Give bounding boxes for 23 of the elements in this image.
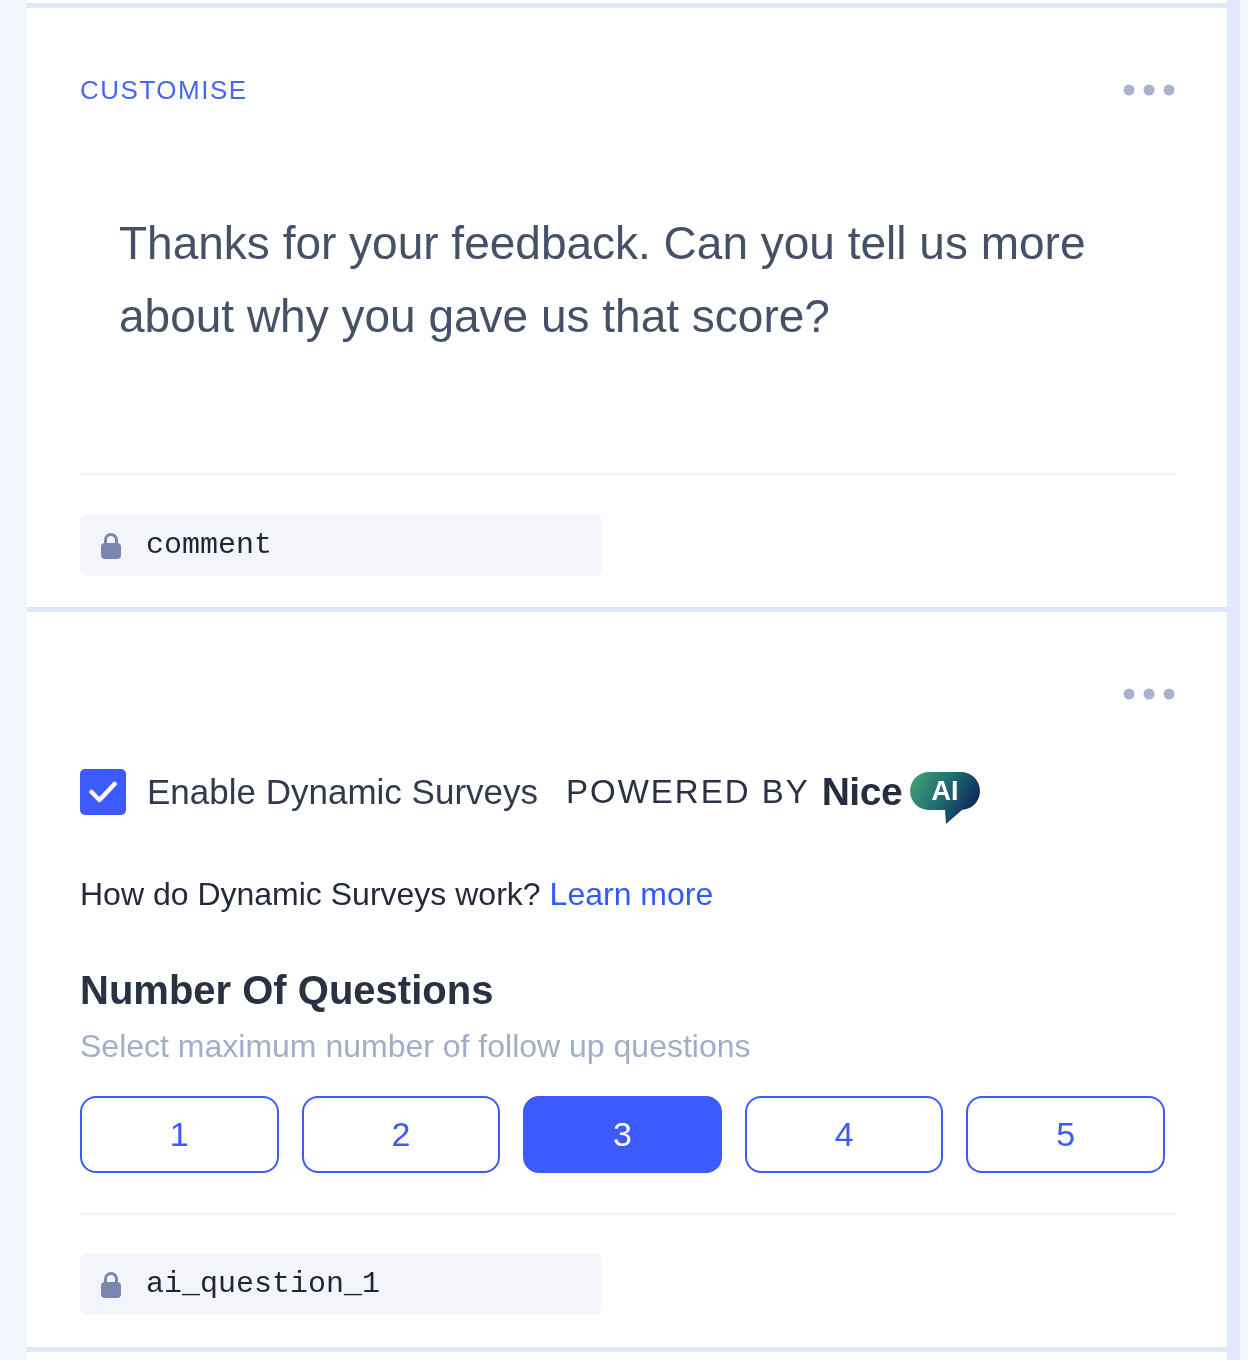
ai-badge: AI [910, 772, 981, 824]
variable-name: comment [146, 527, 273, 564]
check-icon [89, 781, 117, 803]
more-icon[interactable] [1123, 688, 1175, 700]
more-icon[interactable] [1123, 84, 1175, 96]
help-text: How do Dynamic Surveys work? [80, 875, 541, 914]
powered-by-text: POWERED BY [566, 772, 810, 812]
lock-icon [101, 1270, 121, 1298]
checkbox[interactable] [80, 769, 126, 815]
number-option[interactable]: 2 [301, 1096, 501, 1173]
section-subtitle: Select maximum number of follow up questions [80, 1027, 752, 1066]
checkbox-label: Enable Dynamic Surveys [147, 771, 538, 813]
number-option[interactable]: 5 [966, 1096, 1165, 1173]
brand-name: Nice [821, 770, 903, 814]
variable-name: ai_question_1 [146, 1266, 381, 1303]
number-option[interactable]: 4 [744, 1096, 944, 1173]
number-option[interactable]: 1 [80, 1096, 279, 1173]
section-label: CUSTOMISE [80, 75, 248, 105]
number-option[interactable]: 3 [523, 1096, 722, 1173]
learn-more-link[interactable]: Learn more [549, 874, 714, 914]
section-title: Number Of Questions [80, 967, 495, 1014]
question-text: Thanks for your feedback. Can you tell us more about why you gave us that score? [119, 216, 1087, 344]
lock-icon [101, 531, 121, 559]
